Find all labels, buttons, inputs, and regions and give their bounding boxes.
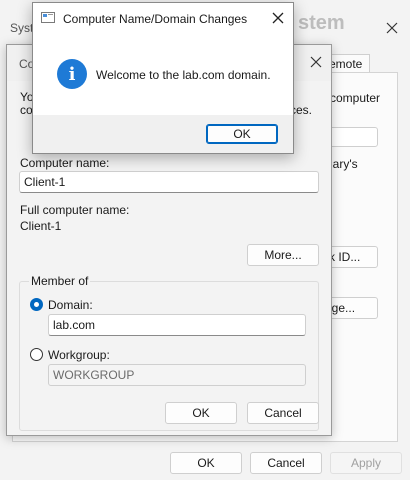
computer-window-icon [41,12,55,23]
tab-remote-label: emote [329,57,363,71]
workgroup-label: Workgroup: [48,348,110,362]
full-computer-name-label: Full computer name: [20,203,130,217]
info-icon: i [57,59,87,89]
domain-radio[interactable] [30,298,43,311]
domain-label: Domain: [48,298,93,312]
info-icon-glyph: i [68,63,76,85]
system-cancel-button[interactable]: Cancel [250,452,322,474]
close-icon[interactable] [384,20,400,36]
computer-name-label: Computer name: [20,156,110,170]
close-icon[interactable] [309,55,323,69]
system-apply-button[interactable]: Apply [330,452,402,474]
message-ok-button[interactable]: OK [206,124,278,144]
message-dialog-titlebar: Computer Name/Domain Changes [33,3,293,33]
workgroup-input[interactable]: WORKGROUP [48,364,306,386]
intro-text-line-2: co [20,103,33,117]
panel-text-computer: computer [330,91,381,105]
domain-input[interactable]: lab.com [48,314,306,336]
message-dialog: Computer Name/Domain Changes i Welcome t… [32,2,294,154]
panel-field[interactable] [326,127,378,147]
message-dialog-content: i Welcome to the lab.com domain. [33,33,293,115]
more-button[interactable]: More... [247,244,319,266]
name-changes-ok-button[interactable]: OK [165,402,237,424]
message-text: Welcome to the lab.com domain. [96,68,271,82]
close-icon[interactable] [271,11,285,25]
member-of-label: Member of [29,274,91,288]
full-computer-name-value: Client-1 [20,219,62,233]
system-properties-title-right: stem [298,12,345,34]
system-ok-button[interactable]: OK [170,452,242,474]
message-dialog-title: Computer Name/Domain Changes [63,12,248,26]
system-properties-title: Syst [10,21,34,35]
workgroup-radio[interactable] [30,348,43,361]
computer-name-input[interactable]: Client-1 [19,171,319,193]
panel-text-library: lary's [330,157,358,171]
name-changes-cancel-button[interactable]: Cancel [247,402,319,424]
